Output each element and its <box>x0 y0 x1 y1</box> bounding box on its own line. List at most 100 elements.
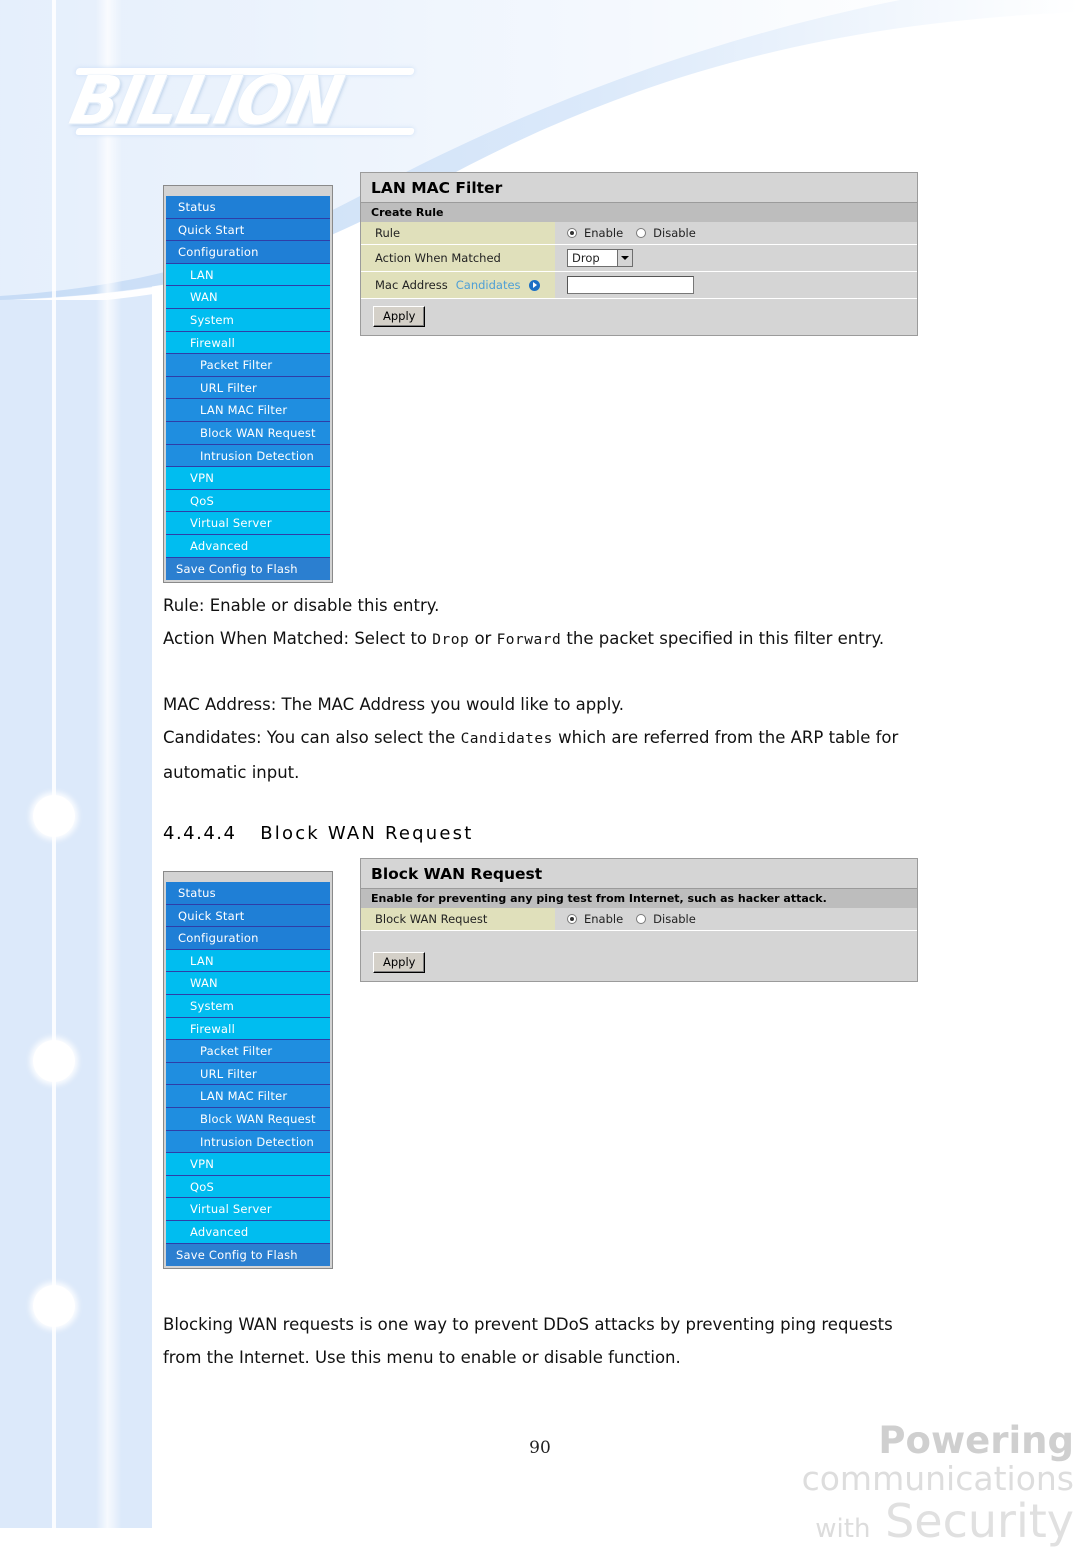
row-block-wan-request: Block WAN Request Enable Disable <box>361 908 917 931</box>
panel-footer: Apply <box>361 299 917 335</box>
section-heading: 4.4.4.4 Block WAN Request <box>163 823 473 844</box>
p4-part-a: Candidates: You can also select the <box>163 728 461 747</box>
sidebar-item-advanced[interactable]: Advanced <box>166 534 330 558</box>
sidebar-item-status[interactable]: Status <box>166 882 330 905</box>
rule-enable-radio[interactable] <box>567 228 577 238</box>
block-wan-enable-label: Enable <box>584 912 624 926</box>
sidebar-item-block-wan-request[interactable]: Block WAN Request <box>166 421 330 445</box>
sidebar-item-packet-filter[interactable]: Packet Filter <box>166 354 330 377</box>
action-select[interactable]: Drop <box>567 249 633 267</box>
play-arrow-icon[interactable] <box>528 279 540 291</box>
block-wan-disable-radio[interactable] <box>636 914 647 924</box>
row-mac-address: Mac Address Candidates <box>361 272 917 299</box>
sidebar-item-status[interactable]: Status <box>166 196 330 219</box>
sidebar-item-vpn[interactable]: VPN <box>166 467 330 490</box>
sidebar-item-save-config-to-flash[interactable]: Save Config to Flash <box>166 1243 330 1267</box>
p2-part-a: Action When Matched: Select to <box>163 629 433 648</box>
panel-footer: Apply <box>361 945 917 981</box>
sidebar-item-virtual-server[interactable]: Virtual Server <box>166 512 330 535</box>
rule-radio-group[interactable]: Enable Disable <box>567 226 702 240</box>
paragraph-blocking-wan: Blocking WAN requests is one way to prev… <box>163 1315 893 1367</box>
sidebar-item-system[interactable]: System <box>166 994 330 1018</box>
rail-dot <box>33 795 75 837</box>
rail-dot <box>33 1040 75 1082</box>
paragraph-candidates: Candidates: You can also select the Cand… <box>163 721 923 789</box>
p2-part-c: the packet specified in this filter entr… <box>561 629 885 648</box>
rule-disable-label: Disable <box>653 226 696 240</box>
row-rule: Rule Enable Disable <box>361 222 917 245</box>
rule-label: Rule <box>361 222 555 245</box>
panel-block-wan-request: Block WAN Request Enable for preventing … <box>360 858 918 982</box>
sidebar-item-configuration[interactable]: Configuration <box>166 241 330 264</box>
billion-logo: BILLION <box>64 62 422 140</box>
paragraph-rule: Rule: Enable or disable this entry. <box>163 596 440 615</box>
sidebar-item-intrusion-detection[interactable]: Intrusion Detection <box>166 1130 330 1154</box>
panel-subtitle: Create Rule <box>361 202 917 222</box>
panel-title: Block WAN Request <box>361 859 917 888</box>
footer-line-2: with Security <box>604 1498 1074 1544</box>
footer-communications: communications <box>801 1459 1074 1498</box>
sidebar-item-qos[interactable]: QoS <box>166 489 330 513</box>
p4-mono-candidates: Candidates <box>460 731 553 747</box>
sidebar-item-intrusion-detection[interactable]: Intrusion Detection <box>166 444 330 468</box>
section-title: Block WAN Request <box>260 823 474 844</box>
p2-mono-forward: Forward <box>496 632 562 648</box>
paragraph-mac-address: MAC Address: The MAC Address you would l… <box>163 695 624 714</box>
left-rail-glow <box>96 0 122 1528</box>
footer-with: with <box>815 1514 871 1544</box>
footer-security: Security <box>885 1494 1074 1548</box>
sidebar-item-packet-filter[interactable]: Packet Filter <box>166 1040 330 1063</box>
chevron-down-icon[interactable] <box>617 250 632 266</box>
block-wan-radio-group[interactable]: Enable Disable <box>567 912 702 926</box>
sidebar-item-advanced[interactable]: Advanced <box>166 1220 330 1244</box>
sidebar-item-firewall[interactable]: Firewall <box>166 1017 330 1041</box>
rule-value-cell: Enable Disable <box>555 222 917 245</box>
sidebar-item-url-filter[interactable]: URL Filter <box>166 376 330 400</box>
sidebar-item-lan[interactable]: LAN <box>166 949 330 973</box>
candidates-link[interactable]: Candidates <box>456 278 521 292</box>
sidebar-item-lan-mac-filter[interactable]: LAN MAC Filter <box>166 399 330 422</box>
page-left-band <box>0 0 152 1528</box>
sidebar-item-virtual-server[interactable]: Virtual Server <box>166 1198 330 1221</box>
paragraph-action-when-matched: Action When Matched: Select to Drop or F… <box>163 622 923 657</box>
sidebar-item-vpn[interactable]: VPN <box>166 1153 330 1176</box>
sidebar-item-quick-start[interactable]: Quick Start <box>166 218 330 242</box>
rule-disable-radio[interactable] <box>636 228 647 238</box>
mac-address-label-cell: Mac Address Candidates <box>361 272 555 299</box>
mac-address-value-cell <box>555 272 917 299</box>
sidebar-item-url-filter[interactable]: URL Filter <box>166 1062 330 1086</box>
mac-address-input[interactable] <box>567 276 694 294</box>
apply-button[interactable]: Apply <box>373 952 426 973</box>
sidebar-item-lan[interactable]: LAN <box>166 263 330 287</box>
sidebar-item-wan[interactable]: WAN <box>166 972 330 995</box>
sidebar-item-wan[interactable]: WAN <box>166 286 330 309</box>
block-wan-enable-radio[interactable] <box>567 914 577 924</box>
action-value-cell: Drop <box>555 245 917 272</box>
block-wan-disable-label: Disable <box>653 912 696 926</box>
sidebar-item-firewall[interactable]: Firewall <box>166 331 330 355</box>
sidebar-item-quick-start[interactable]: Quick Start <box>166 904 330 928</box>
sidebar-item-block-wan-request[interactable]: Block WAN Request <box>166 1107 330 1131</box>
sidebar-item-lan-mac-filter[interactable]: LAN MAC Filter <box>166 1085 330 1108</box>
p2-mono-drop: Drop <box>432 632 470 648</box>
section-number: 4.4.4.4 <box>163 823 237 844</box>
router-sidebar-2[interactable]: Status Quick Start Configuration LAN WAN Syst… <box>163 871 333 1270</box>
action-select-value: Drop <box>572 251 600 265</box>
panel-subtitle: Enable for preventing any ping test from… <box>361 888 917 908</box>
action-label: Action When Matched <box>361 245 555 272</box>
sidebar-item-qos[interactable]: QoS <box>166 1175 330 1199</box>
block-wan-label: Block WAN Request <box>361 908 555 931</box>
block-wan-value-cell: Enable Disable <box>555 908 917 931</box>
sidebar-item-system[interactable]: System <box>166 308 330 332</box>
rail-dot <box>33 1285 75 1327</box>
router-sidebar-1[interactable]: Status Quick Start Configuration LAN WAN Syst… <box>163 185 333 584</box>
panel-title: LAN MAC Filter <box>361 173 917 202</box>
apply-button[interactable]: Apply <box>373 306 426 327</box>
footer-tagline: Powering communications with Security <box>604 1422 1074 1544</box>
logo-bar-bottom <box>75 128 415 135</box>
footer-powering: Powering <box>878 1419 1074 1462</box>
row-action-when-matched: Action When Matched Drop <box>361 245 917 272</box>
sidebar-item-configuration[interactable]: Configuration <box>166 927 330 950</box>
sidebar-item-save-config-to-flash[interactable]: Save Config to Flash <box>166 557 330 581</box>
mac-address-label: Mac Address <box>375 278 448 292</box>
